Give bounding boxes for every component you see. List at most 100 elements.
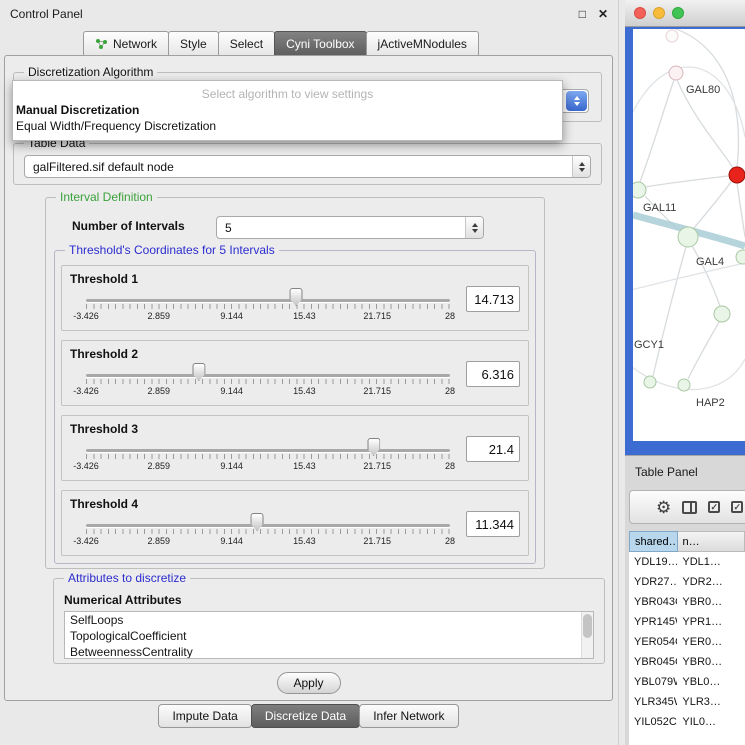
scale-label: 21.715 [363,386,391,396]
network-edge [645,176,728,187]
cyni-toolbox-panel: Discretization Algorithm Table Data galF… [4,55,613,701]
network-node[interactable] [729,167,745,183]
list-item[interactable]: TopologicalCoefficient [65,628,593,644]
network-canvas[interactable]: GAL80GAL11GAL4GCY1HAP2 [633,29,745,441]
slider-track[interactable] [86,299,450,302]
network-node[interactable] [678,379,690,391]
close-icon[interactable]: ✕ [598,7,608,21]
cell: YDL19… [629,552,677,572]
slider-ticks [86,454,450,459]
menu-item-equal-width-frequency[interactable]: Equal Width/Frequency Discretization [13,118,562,134]
threshold-label: Threshold 4 [70,497,138,511]
threshold-row: Threshold 2 -3.426 2.859 9.144 15.43 21.… [61,340,529,406]
tab-discretize-data[interactable]: Discretize Data [251,704,360,728]
threshold-label: Threshold 1 [70,272,138,286]
tab-jactivemnodules[interactable]: jActiveMNodules [366,31,479,55]
menu-item-manual-discretization[interactable]: Manual Discretization [13,102,562,118]
tab-label: Select [230,37,263,51]
list-scrollbar[interactable] [581,612,593,658]
threshold-value-field[interactable]: 6.316 [466,361,520,387]
float-window-icon[interactable]: □ [579,7,586,21]
network-node[interactable] [714,306,730,322]
tab-style[interactable]: Style [168,31,219,55]
table-row[interactable]: YIL052CYIL0… [629,712,745,732]
network-icon [95,38,108,50]
slider-track[interactable] [86,524,450,527]
network-node[interactable] [736,250,745,264]
combo-value: 5 [217,221,465,235]
threshold-row: Threshold 4 -3.426 2.859 9.144 15.43 21.… [61,490,529,556]
table-row[interactable]: YLR345WYLR3… [629,692,745,712]
control-panel-titlebar: Control Panel □ ✕ [0,0,618,28]
table-header-row: shared… n… [629,531,745,552]
network-node[interactable] [678,227,698,247]
scale-label: 15.43 [293,536,316,546]
tab-infer-network[interactable]: Infer Network [359,704,458,728]
threshold-slider[interactable]: -3.426 2.859 9.144 15.43 21.715 28 [86,288,450,326]
cell: YIL052C [629,712,677,732]
table-row[interactable]: YDL19…YDL1… [629,552,745,572]
select-all-checkbox-icon[interactable]: ✓ [708,501,720,513]
threshold-value-field[interactable]: 14.713 [466,286,520,312]
numerical-attributes-label: Numerical Attributes [64,593,182,607]
minimize-traffic-light-icon[interactable] [653,7,665,19]
node-table: shared… n… YDL19…YDL1… YDR27…YDR2… YBR04… [629,531,745,745]
table-body: YDL19…YDL1… YDR27…YDR2… YBR043CYBR0… YPR… [629,552,745,732]
network-node[interactable] [666,30,678,42]
scale-label: 21.715 [363,536,391,546]
tab-network[interactable]: Network [83,31,169,55]
cell: YBL0… [677,672,745,692]
scale-label: 2.859 [148,536,171,546]
network-node[interactable] [669,66,683,80]
threshold-value-field[interactable]: 11.344 [466,511,520,537]
slider-track[interactable] [86,374,450,377]
cell: YLR3… [677,692,745,712]
combo-stepper-icon[interactable] [566,91,587,111]
threshold-slider[interactable]: -3.426 2.859 9.144 15.43 21.715 28 [86,438,450,476]
numerical-attributes-list[interactable]: SelfLoops TopologicalCoefficient Between… [64,611,594,659]
column-header-name[interactable]: n… [678,531,745,552]
list-item[interactable]: BetweennessCentrality [65,644,593,659]
gear-icon[interactable]: ⚙ [656,499,671,516]
list-item[interactable]: SelfLoops [65,612,593,628]
node-label: GAL4 [696,256,724,268]
group-title: Interval Definition [56,190,157,204]
network-window-titlebar [625,0,745,27]
slider-ticks [86,379,450,384]
tab-impute-data[interactable]: Impute Data [158,704,251,728]
select-none-checkbox-icon[interactable]: ✓ [731,501,743,513]
slider-track[interactable] [86,449,450,452]
zoom-traffic-light-icon[interactable] [672,7,684,19]
group-title: Attributes to discretize [64,571,190,585]
bottom-tabbar: Impute Data Discretize Data Infer Networ… [0,704,618,728]
network-edge [694,182,731,228]
network-node[interactable] [644,376,656,388]
scale-label: 9.144 [220,536,243,546]
table-row[interactable]: YER054CYER0… [629,632,745,652]
scale-label: 2.859 [148,386,171,396]
network-node[interactable] [633,182,646,198]
num-intervals-combo[interactable]: 5 [216,216,484,239]
tab-select[interactable]: Select [218,31,275,55]
combo-stepper-icon[interactable] [572,156,590,177]
table-row[interactable]: YDR27…YDR2… [629,572,745,592]
combo-value: galFiltered.sif default node [25,160,572,174]
threshold-slider[interactable]: -3.426 2.859 9.144 15.43 21.715 28 [86,363,450,401]
columns-icon[interactable] [682,501,697,514]
threshold-value-field[interactable]: 21.4 [466,436,520,462]
scale-label: 9.144 [220,311,243,321]
tab-cyni-toolbox[interactable]: Cyni Toolbox [274,31,366,55]
threshold-slider[interactable]: -3.426 2.859 9.144 15.43 21.715 28 [86,513,450,551]
combo-stepper-icon[interactable] [465,217,483,238]
table-row[interactable]: YBL079WYBL0… [629,672,745,692]
table-row[interactable]: YPR145WYPR1… [629,612,745,632]
close-traffic-light-icon[interactable] [634,7,646,19]
table-data-combo[interactable]: galFiltered.sif default node [24,155,591,178]
table-row[interactable]: YBR043CYBR0… [629,592,745,612]
scale-label: 2.859 [148,461,171,471]
table-row[interactable]: YBR045CYBR0… [629,652,745,672]
scrollbar-thumb[interactable] [583,614,592,638]
apply-button[interactable]: Apply [276,672,340,694]
cell: YER054C [629,632,677,652]
column-header-shared-name[interactable]: shared… [629,531,678,552]
